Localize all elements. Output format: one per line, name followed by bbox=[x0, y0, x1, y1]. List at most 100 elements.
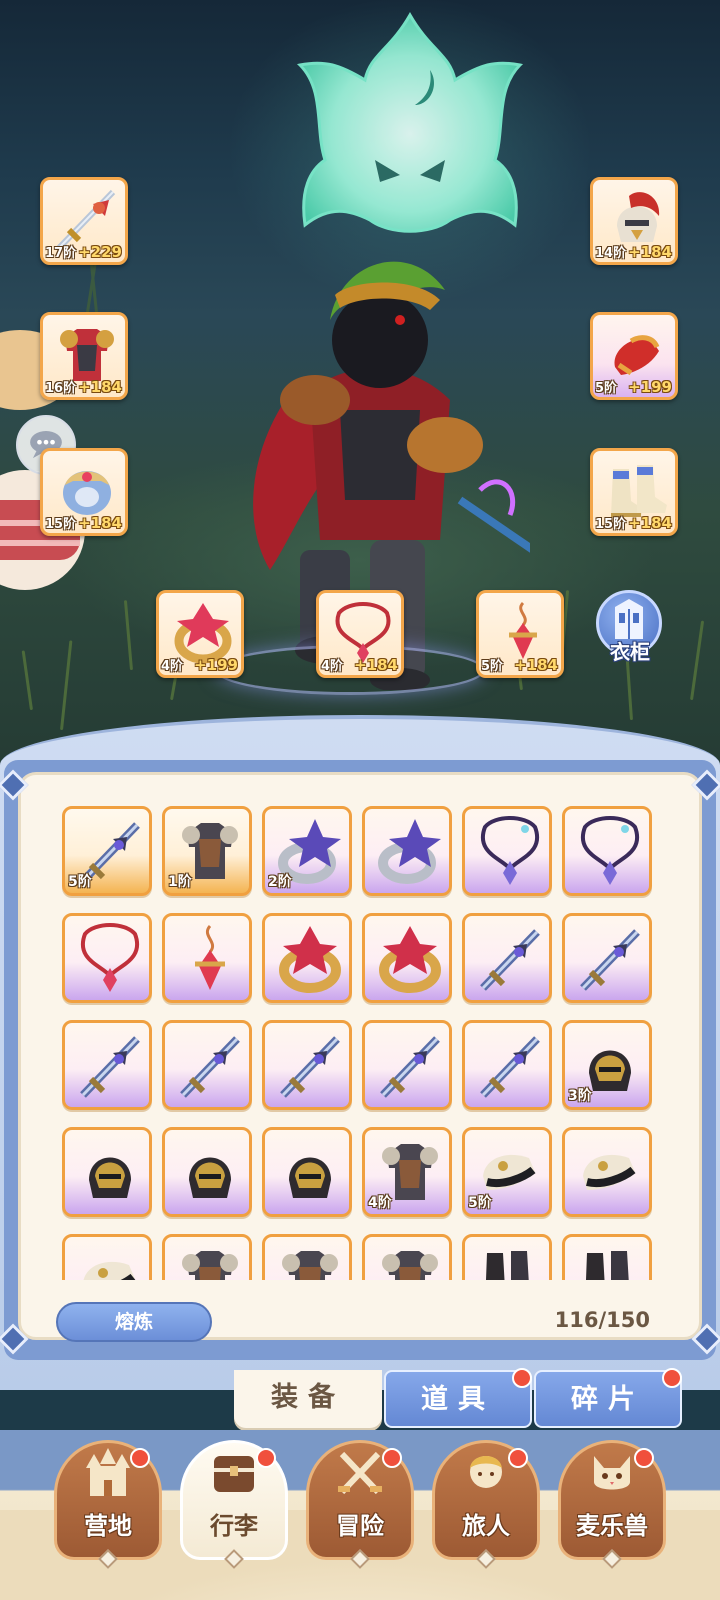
helmet-icon bbox=[89, 1157, 131, 1198]
inventory-slot[interactable] bbox=[162, 913, 252, 1003]
inventory-slot[interactable] bbox=[362, 913, 452, 1003]
sword-icon bbox=[480, 929, 540, 991]
inventory-slot[interactable] bbox=[62, 1234, 152, 1280]
inventory-slot[interactable]: 1阶 bbox=[162, 806, 252, 896]
equip-tier: 17阶 bbox=[45, 246, 77, 261]
inventory-grid[interactable]: 5阶 1阶 2阶 3阶 4阶 5阶 bbox=[62, 806, 652, 1280]
tab-fragments-badge bbox=[662, 1368, 682, 1388]
star-ring-icon bbox=[378, 819, 441, 884]
inventory-slot[interactable] bbox=[362, 1234, 452, 1280]
inventory-slot[interactable] bbox=[362, 806, 452, 896]
equip-tier: 5阶 bbox=[595, 381, 618, 396]
sword-icon bbox=[80, 1036, 140, 1098]
sword-icon bbox=[380, 1036, 440, 1098]
inventory-slot[interactable] bbox=[462, 1020, 552, 1110]
ruby-ring-icon bbox=[279, 926, 341, 993]
equip-slot-ring[interactable]: 4阶 +199 bbox=[156, 590, 244, 678]
inventory-slot[interactable] bbox=[262, 1020, 352, 1110]
equip-slot-weapon[interactable]: 17阶 +229 bbox=[40, 177, 128, 265]
equip-slot-gloves[interactable]: 5阶 +199 bbox=[590, 312, 678, 400]
equip-tier: 15阶 bbox=[595, 517, 627, 532]
game-scene: 17阶 +229 16阶 +184 15阶 +184 14阶 +184 5阶 +… bbox=[0, 0, 720, 790]
boots-icon bbox=[586, 1251, 629, 1280]
equip-slot-boots[interactable]: 15阶 +184 bbox=[590, 448, 678, 536]
inventory-slot[interactable]: 4阶 bbox=[362, 1127, 452, 1217]
smelt-button[interactable]: 熔炼 bbox=[56, 1302, 212, 1342]
wardrobe-button[interactable]: 衣柜 bbox=[590, 590, 670, 670]
nav-beasts-badge bbox=[634, 1448, 654, 1468]
inventory-slot[interactable] bbox=[62, 1020, 152, 1110]
nav-luggage-badge bbox=[256, 1448, 276, 1468]
tab-items[interactable]: 道具 bbox=[384, 1370, 532, 1428]
equip-bonus: +184 bbox=[628, 243, 672, 261]
equip-tier: 4阶 bbox=[161, 659, 184, 674]
inventory-slot[interactable] bbox=[562, 806, 652, 896]
nav-camp-badge bbox=[130, 1448, 150, 1468]
inventory-slot[interactable] bbox=[462, 913, 552, 1003]
sword-icon bbox=[580, 929, 640, 991]
necklace-icon bbox=[480, 816, 540, 885]
beast-icon bbox=[594, 1456, 630, 1490]
equip-bonus: +184 bbox=[78, 378, 122, 396]
equip-tier: 4阶 bbox=[321, 659, 344, 674]
equip-tier: 14阶 bbox=[595, 246, 627, 261]
inventory-slot[interactable] bbox=[162, 1020, 252, 1110]
helmet-icon bbox=[289, 1157, 331, 1198]
traveler-icon bbox=[470, 1456, 502, 1488]
armor-icon bbox=[382, 1251, 438, 1280]
sword-icon bbox=[480, 1036, 540, 1098]
wardrobe-label: 衣柜 bbox=[610, 640, 650, 664]
castle-icon bbox=[86, 1448, 130, 1496]
equip-bonus: +199 bbox=[194, 656, 238, 674]
equip-slot-shoulder[interactable]: 15阶 +184 bbox=[40, 448, 128, 536]
nav-travelers-label: 旅人 bbox=[462, 1512, 510, 1540]
inventory-slot[interactable] bbox=[562, 1127, 652, 1217]
inventory-slot[interactable] bbox=[462, 806, 552, 896]
boots-icon bbox=[486, 1251, 529, 1280]
tab-equipment[interactable]: 装备 bbox=[234, 1370, 382, 1428]
inventory-slot[interactable] bbox=[562, 913, 652, 1003]
inventory-tier: 2阶 bbox=[268, 874, 292, 890]
armor-icon bbox=[182, 1251, 238, 1280]
chest-icon bbox=[214, 1456, 254, 1492]
red-necklace-icon bbox=[80, 923, 140, 992]
gauntlet-icon bbox=[83, 1261, 136, 1280]
inventory-slot[interactable] bbox=[262, 1127, 352, 1217]
equip-slot-charm[interactable]: 5阶 +184 bbox=[476, 590, 564, 678]
inventory-slot[interactable] bbox=[262, 1234, 352, 1280]
inventory-slot[interactable] bbox=[462, 1234, 552, 1280]
inventory-slot[interactable] bbox=[62, 913, 152, 1003]
equip-bonus: +184 bbox=[78, 514, 122, 532]
inventory-slot[interactable]: 2阶 bbox=[262, 806, 352, 896]
equip-bonus: +184 bbox=[354, 656, 398, 674]
inventory-tier: 1阶 bbox=[168, 874, 192, 890]
nav-adventure-label: 冒险 bbox=[336, 1512, 384, 1540]
inventory-slot[interactable] bbox=[62, 1127, 152, 1217]
tab-fragments[interactable]: 碎片 bbox=[534, 1370, 682, 1428]
equip-bonus: +184 bbox=[628, 514, 672, 532]
ruby-ring-icon bbox=[379, 926, 441, 993]
inventory-slot[interactable]: 5阶 bbox=[62, 806, 152, 896]
equip-slot-necklace[interactable]: 4阶 +184 bbox=[316, 590, 404, 678]
inventory-slot[interactable] bbox=[162, 1127, 252, 1217]
tab-items-badge bbox=[512, 1368, 532, 1388]
crossed-swords-icon bbox=[338, 1451, 382, 1495]
inventory-slot[interactable] bbox=[262, 913, 352, 1003]
inventory-slot[interactable] bbox=[162, 1234, 252, 1280]
necklace-icon bbox=[580, 816, 640, 885]
inventory-slot[interactable]: 5阶 bbox=[462, 1127, 552, 1217]
equip-bonus: +229 bbox=[78, 243, 122, 261]
equip-bonus: +184 bbox=[514, 656, 558, 674]
equip-tier: 15阶 bbox=[45, 517, 77, 532]
inventory-tier: 3阶 bbox=[568, 1088, 592, 1104]
sword-icon bbox=[280, 1036, 340, 1098]
equip-slot-armor[interactable]: 16阶 +184 bbox=[40, 312, 128, 400]
nav-travelers-badge bbox=[508, 1448, 528, 1468]
inventory-tier: 4阶 bbox=[368, 1195, 392, 1211]
inventory-slot[interactable] bbox=[362, 1020, 452, 1110]
inventory-slot[interactable] bbox=[562, 1234, 652, 1280]
armor-icon bbox=[282, 1251, 338, 1280]
equip-tier: 5阶 bbox=[481, 659, 504, 674]
equip-slot-helmet[interactable]: 14阶 +184 bbox=[590, 177, 678, 265]
inventory-slot[interactable]: 3阶 bbox=[562, 1020, 652, 1110]
